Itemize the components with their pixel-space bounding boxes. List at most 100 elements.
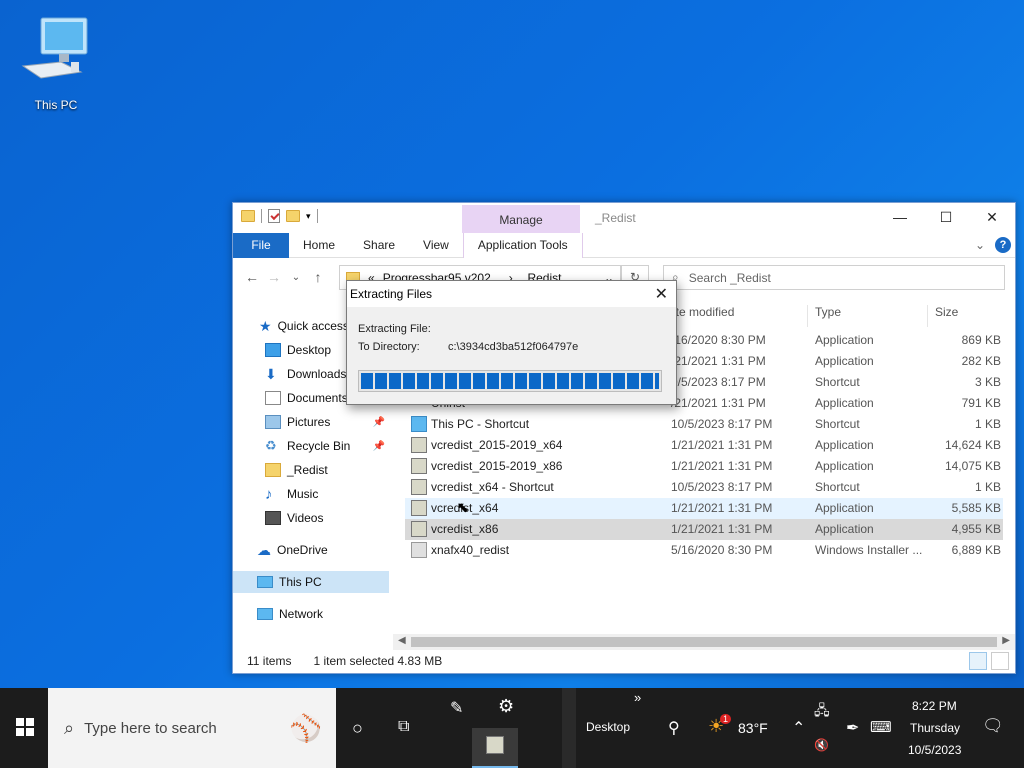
tab-share[interactable]: Share [349,233,409,258]
up-arrow-icon[interactable]: ↑ [307,269,329,285]
maximize-button[interactable]: ☐ [923,203,969,231]
recent-chevron-icon[interactable]: ⌄ [285,272,307,283]
show-hidden-icons-icon[interactable]: ⌃ [792,718,805,738]
pin-icon[interactable]: 📌 [373,441,385,452]
pictures-icon [265,415,281,429]
sidebar-item-videos[interactable]: Videos [233,507,389,529]
tab-view[interactable]: View [409,233,463,258]
help-icon[interactable]: ? [995,237,1011,253]
task-view-icon[interactable]: ⧉ [398,718,409,736]
keyboard-icon[interactable]: ⌨ [870,718,892,736]
search-input[interactable]: ⌕ Search _Redist [663,265,1005,290]
taskbar-scrollbar[interactable] [562,688,576,768]
download-icon: ⬇ [265,365,277,382]
quick-access-toolbar: ▾ [241,209,318,223]
volume-muted-icon[interactable]: 🔇 [814,738,829,752]
forward-arrow-icon[interactable]: → [263,269,285,285]
weather-temperature[interactable]: 83°F [738,720,768,736]
manage-context-tab[interactable]: Manage [462,205,580,233]
file-explorer-window: ▾ Manage _Redist — ☐ ✕ File Home Share V… [232,202,1016,674]
installer-icon [486,736,504,754]
table-row[interactable]: xnafx40_redist 5/16/2020 8:30 PM Windows… [405,540,1003,561]
tab-application-tools[interactable]: Application Tools [462,232,583,258]
column-size[interactable]: Size [935,305,958,319]
table-row[interactable]: This PC - Shortcut 10/5/2023 8:17 PM Sho… [405,414,1003,435]
horizontal-scrollbar[interactable]: ◀ ▶ [393,634,1015,650]
desktop-icon-label: This PC [34,98,78,112]
selection-info: 1 item selected 4.83 MB [313,654,443,668]
scroll-right-icon[interactable]: ▶ [1002,635,1010,646]
close-button[interactable]: ✕ [969,203,1015,231]
ink-workspace-icon[interactable]: ✎ [450,698,463,718]
title-bar: ▾ Manage _Redist — ☐ ✕ [233,203,1015,233]
cortana-icon[interactable]: ○ [352,718,363,739]
taskbar: ⌕ Type here to search ⚾ ○ ⧉ ✎ ⚙ » Deskto… [0,688,1024,768]
toolbar-overflow-chevron[interactable]: » [634,690,641,705]
divider [316,209,318,223]
star-icon: ★ [259,317,272,334]
desktop-folder-icon [265,343,281,357]
folder-icon [241,210,255,222]
sidebar-item-this-pc[interactable]: This PC [233,571,389,593]
clock-time[interactable]: 8:22 PM [912,699,957,713]
sidebar-item-recycle-bin[interactable]: ♻ Recycle Bin 📌 [233,435,389,457]
music-icon: ♪ [265,485,273,503]
folder-icon [265,463,281,477]
sidebar-item-network[interactable]: Network [233,603,389,625]
installer-icon [411,458,427,474]
progress-bar [358,370,662,392]
table-row[interactable]: vcredist_2015-2019_x86 1/21/2021 1:31 PM… [405,456,1003,477]
people-icon[interactable]: ⚲ [668,718,680,738]
pen-icon[interactable]: ✒ [846,718,859,738]
sidebar-item-pictures[interactable]: Pictures 📌 [233,411,389,433]
tab-home[interactable]: Home [289,233,349,258]
ribbon-tabs: File Home Share View Application Tools ⌄… [233,232,1015,258]
search-highlight-icon: ⚾ [289,712,322,743]
sidebar-item-onedrive[interactable]: ☁ OneDrive [233,539,389,561]
table-row[interactable]: vcredist_x64 - Shortcut 10/5/2023 8:17 P… [405,477,1003,498]
new-folder-icon[interactable] [286,210,300,222]
installer-icon [411,437,427,453]
column-type[interactable]: Type [815,305,841,319]
scrollbar-thumb[interactable] [411,637,997,647]
chevron-down-icon[interactable]: ⌄ [975,238,985,252]
back-arrow-icon[interactable]: ← [241,269,263,285]
column-date-modified[interactable]: ate modified [669,305,734,319]
pin-icon[interactable]: 📌 [373,417,385,428]
desktop-toolbar[interactable]: Desktop [586,720,630,734]
table-row[interactable]: vcredist_2015-2019_x64 1/21/2021 1:31 PM… [405,435,1003,456]
window-title: _Redist [595,211,636,225]
shortcut-icon [411,416,427,432]
desktop-icon-this-pc[interactable]: This PC [14,14,98,112]
chevron-down-icon[interactable]: ▾ [306,211,311,222]
computer-icon [257,576,273,588]
computer-icon [21,17,88,79]
search-placeholder: Search _Redist [688,270,771,285]
properties-icon[interactable] [268,209,280,223]
sidebar-item-redist[interactable]: _Redist [233,459,389,481]
taskbar-search-box[interactable]: ⌕ Type here to search ⚾ [48,688,336,768]
table-row[interactable]: vcredist_x64 1/21/2021 1:31 PM Applicati… [405,498,1003,519]
taskbar-app-installer[interactable] [472,728,518,768]
dialog-title: Extracting Files [347,281,676,307]
tab-file[interactable]: File [233,232,289,258]
windows-installer-icon [411,542,427,558]
clock-date[interactable]: 10/5/2023 [908,743,961,757]
extracting-file-label: Extracting File: [358,323,431,335]
extracting-files-dialog: Extracting Files ✕ Extracting File: To D… [346,280,677,405]
notifications-icon[interactable]: 🗨 [982,716,1004,736]
windows-start-icon[interactable] [16,718,34,736]
minimize-button[interactable]: — [877,203,923,231]
cloud-icon: ☁ [257,541,271,558]
status-bar: 11 items 1 item selected 4.83 MB [233,649,1015,673]
sidebar-item-music[interactable]: ♪ Music [233,483,389,505]
large-icons-view-button[interactable] [991,652,1009,670]
settings-gear-icon[interactable]: ⚙ [498,696,514,717]
clock-day[interactable]: Thursday [910,721,960,735]
network-status-icon[interactable]: 🖧 [814,700,830,724]
directory-label: To Directory: [358,341,420,353]
details-view-button[interactable] [969,652,987,670]
close-icon[interactable]: ✕ [655,284,668,304]
scroll-left-icon[interactable]: ◀ [398,635,406,646]
table-row[interactable]: vcredist_x86 1/21/2021 1:31 PM Applicati… [405,519,1003,540]
